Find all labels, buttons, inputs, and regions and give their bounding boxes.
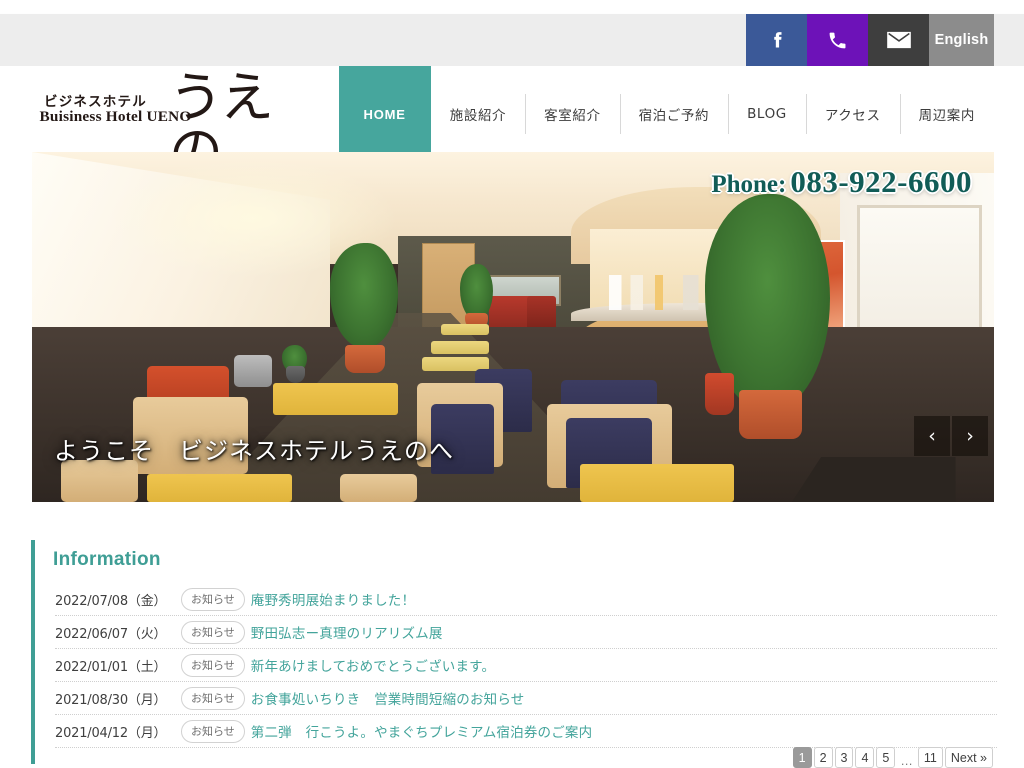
hero-phone-overlay: Phone: 083-922-6600 [711, 164, 972, 200]
nav-label-area-guide: 周辺案内 [918, 108, 975, 124]
top-utility-bar: English [0, 14, 1024, 66]
hero-caption: ようこそ ビジネスホテルうえのへ [54, 437, 454, 465]
hero-phone-number: 083-922-6600 [790, 164, 972, 199]
page-link-3[interactable]: 3 [834, 747, 854, 768]
main-navigation: HOME 施設紹介 客室紹介 宿泊ご予約 BLOG アクセス 周辺案内 [338, 66, 994, 162]
news-date: 2021/08/30（月） [55, 692, 167, 708]
news-item[interactable]: 2022/01/01（土） お知らせ 新年あけましておめでとうございます。 [55, 649, 997, 682]
news-date: 2022/06/07（火） [55, 626, 167, 642]
page-link-4[interactable]: 4 [855, 747, 875, 768]
news-title-link[interactable]: 野田弘志ー真理のリアリズム展 [251, 622, 443, 642]
news-date: 2022/07/08（金） [55, 593, 167, 609]
news-list: 2022/07/08（金） お知らせ 庵野秀明展始まりました！ 2022/06/… [55, 583, 997, 748]
news-item[interactable]: 2021/08/30（月） お知らせ お食事処いちりき 営業時間短縮のお知らせ [55, 682, 997, 715]
news-date: 2022/01/01（土） [55, 659, 167, 675]
language-label: English [934, 32, 989, 48]
news-title-link[interactable]: お食事処いちりき 営業時間短縮のお知らせ [251, 688, 525, 708]
language-button[interactable]: English [929, 14, 994, 66]
top-white-strip [0, 0, 1024, 14]
nav-label-facilities: 施設紹介 [449, 108, 507, 124]
nav-item-access[interactable]: アクセス [805, 66, 900, 162]
nav-item-blog[interactable]: BLOG [728, 66, 806, 162]
page-ellipsis: … [900, 754, 913, 768]
logo-kana-text: ビジネスホテル [44, 94, 147, 110]
nav-item-rooms[interactable]: 客室紹介 [525, 66, 619, 162]
mail-icon [886, 31, 911, 49]
news-title-link[interactable]: 新年あけましておめでとうございます。 [251, 655, 495, 675]
site-header: ビジネスホテル Buisiness Hotel UENO うえの HOME 施設… [0, 66, 1024, 179]
nav-label-rooms: 客室紹介 [544, 108, 601, 124]
page-link-next[interactable]: Next » [944, 747, 993, 768]
mail-button[interactable] [868, 14, 929, 66]
page-link-last[interactable]: 11 [917, 747, 943, 768]
news-category-badge: お知らせ [181, 653, 245, 677]
hero-slider[interactable]: Phone: 083-922-6600 ようこそ ビジネスホテルうえのへ ‹ › [32, 152, 994, 502]
nav-label-access: アクセス [824, 108, 881, 124]
site-logo[interactable]: ビジネスホテル Buisiness Hotel UENO うえの [40, 71, 291, 179]
hero-slider-controls: ‹ › [914, 416, 988, 456]
news-category-badge: お知らせ [181, 686, 245, 710]
news-item[interactable]: 2022/06/07（火） お知らせ 野田弘志ー真理のリアリズム展 [55, 616, 997, 649]
facebook-button[interactable] [746, 14, 807, 66]
page-link-5[interactable]: 5 [876, 747, 896, 768]
news-category-badge: お知らせ [181, 587, 245, 611]
nav-label-reservation: 宿泊ご予約 [638, 108, 710, 124]
phone-button[interactable] [807, 14, 868, 66]
nav-item-reservation[interactable]: 宿泊ご予約 [619, 66, 729, 162]
chevron-left-icon[interactable]: ‹ [914, 416, 950, 456]
news-item[interactable]: 2022/07/08（金） お知らせ 庵野秀明展始まりました！ [55, 583, 997, 616]
news-title-link[interactable]: 第二弾 行こうよ。やまぐちプレミアム宿泊券のご案内 [251, 721, 593, 741]
information-heading: Information [53, 549, 161, 570]
chevron-right-icon[interactable]: › [952, 416, 988, 456]
pagination: 1 2 3 4 5 … 11 Next » [791, 747, 993, 768]
top-utility-links: English [746, 14, 994, 66]
news-title-link[interactable]: 庵野秀明展始まりました！ [251, 589, 415, 609]
news-date: 2021/04/12（月） [55, 725, 167, 741]
page-link-2[interactable]: 2 [813, 747, 833, 768]
hero-phone-label: Phone: [711, 171, 787, 198]
nav-item-facilities[interactable]: 施設紹介 [431, 66, 525, 162]
page-link-1[interactable]: 1 [792, 747, 812, 768]
news-category-badge: お知らせ [181, 620, 245, 644]
news-category-badge: お知らせ [181, 719, 245, 743]
news-item[interactable]: 2021/04/12（月） お知らせ 第二弾 行こうよ。やまぐちプレミアム宿泊券… [55, 715, 997, 748]
nav-item-home[interactable]: HOME [338, 66, 431, 162]
facebook-icon [767, 30, 787, 50]
nav-item-area-guide[interactable]: 周辺案内 [899, 66, 994, 162]
information-section: Information 2022/07/08（金） お知らせ 庵野秀明展始まりま… [31, 540, 997, 764]
phone-icon [827, 30, 848, 51]
nav-label-home: HOME [363, 106, 406, 122]
nav-label-blog: BLOG [747, 106, 787, 122]
